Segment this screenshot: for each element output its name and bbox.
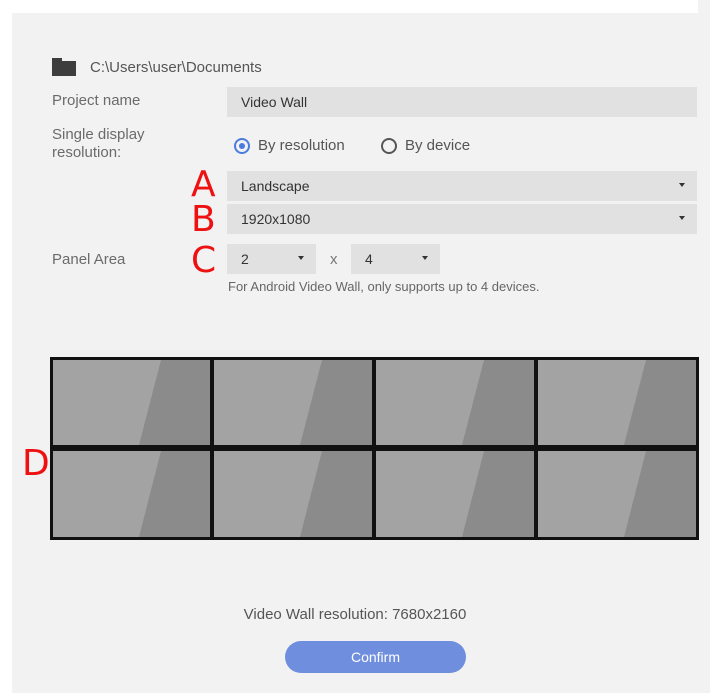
rows-value: 2: [241, 251, 249, 267]
path-text: C:\Users\user\Documents: [90, 58, 262, 76]
columns-select[interactable]: 4: [351, 244, 440, 274]
resolution-select[interactable]: 1920x1080: [227, 204, 697, 234]
resolution-value: 1920x1080: [241, 211, 311, 227]
folder-icon[interactable]: [52, 58, 76, 76]
radio-by-device[interactable]: By device: [381, 137, 470, 154]
radio-by-resolution-label: By resolution: [258, 137, 345, 154]
chevron-down-icon: [679, 216, 685, 220]
display-tile[interactable]: [53, 451, 210, 537]
display-tile[interactable]: [538, 360, 696, 445]
display-tile[interactable]: [53, 360, 210, 445]
display-tile[interactable]: [214, 451, 372, 537]
display-tile[interactable]: [538, 451, 696, 537]
project-name-input[interactable]: Video Wall: [227, 87, 697, 117]
display-tile[interactable]: [376, 451, 534, 537]
marker-d: D: [22, 443, 50, 484]
radio-by-resolution[interactable]: By resolution: [234, 137, 345, 154]
marker-c: C: [191, 240, 217, 281]
times-separator: x: [330, 251, 338, 268]
display-tile[interactable]: [214, 360, 372, 445]
chevron-down-icon: [298, 256, 304, 260]
panel-area-label: Panel Area: [52, 251, 126, 268]
project-name-value: Video Wall: [241, 94, 308, 110]
project-name-label: Project name: [52, 92, 141, 109]
rows-select[interactable]: 2: [227, 244, 316, 274]
chevron-down-icon: [679, 183, 685, 187]
single-display-resolution-label: Single display resolution:: [52, 126, 145, 161]
orientation-value: Landscape: [241, 178, 310, 194]
confirm-button[interactable]: Confirm: [285, 641, 466, 673]
chevron-down-icon: [422, 256, 428, 260]
marker-a: A: [191, 164, 216, 205]
columns-value: 4: [365, 251, 373, 267]
marker-b: B: [191, 199, 216, 240]
radio-unselected-icon[interactable]: [381, 137, 397, 154]
video-wall-resolution: Video Wall resolution: 7680x2160: [243, 606, 467, 623]
radio-by-device-label: By device: [405, 137, 471, 154]
display-tile[interactable]: [376, 360, 534, 445]
top-strip: [0, 0, 698, 13]
path-row[interactable]: C:\Users\user\Documents: [52, 58, 262, 76]
orientation-select[interactable]: Landscape: [227, 171, 697, 201]
video-wall-preview: [50, 357, 699, 540]
android-limit-note: For Android Video Wall, only supports up…: [228, 279, 540, 294]
radio-selected-icon[interactable]: [234, 137, 250, 154]
